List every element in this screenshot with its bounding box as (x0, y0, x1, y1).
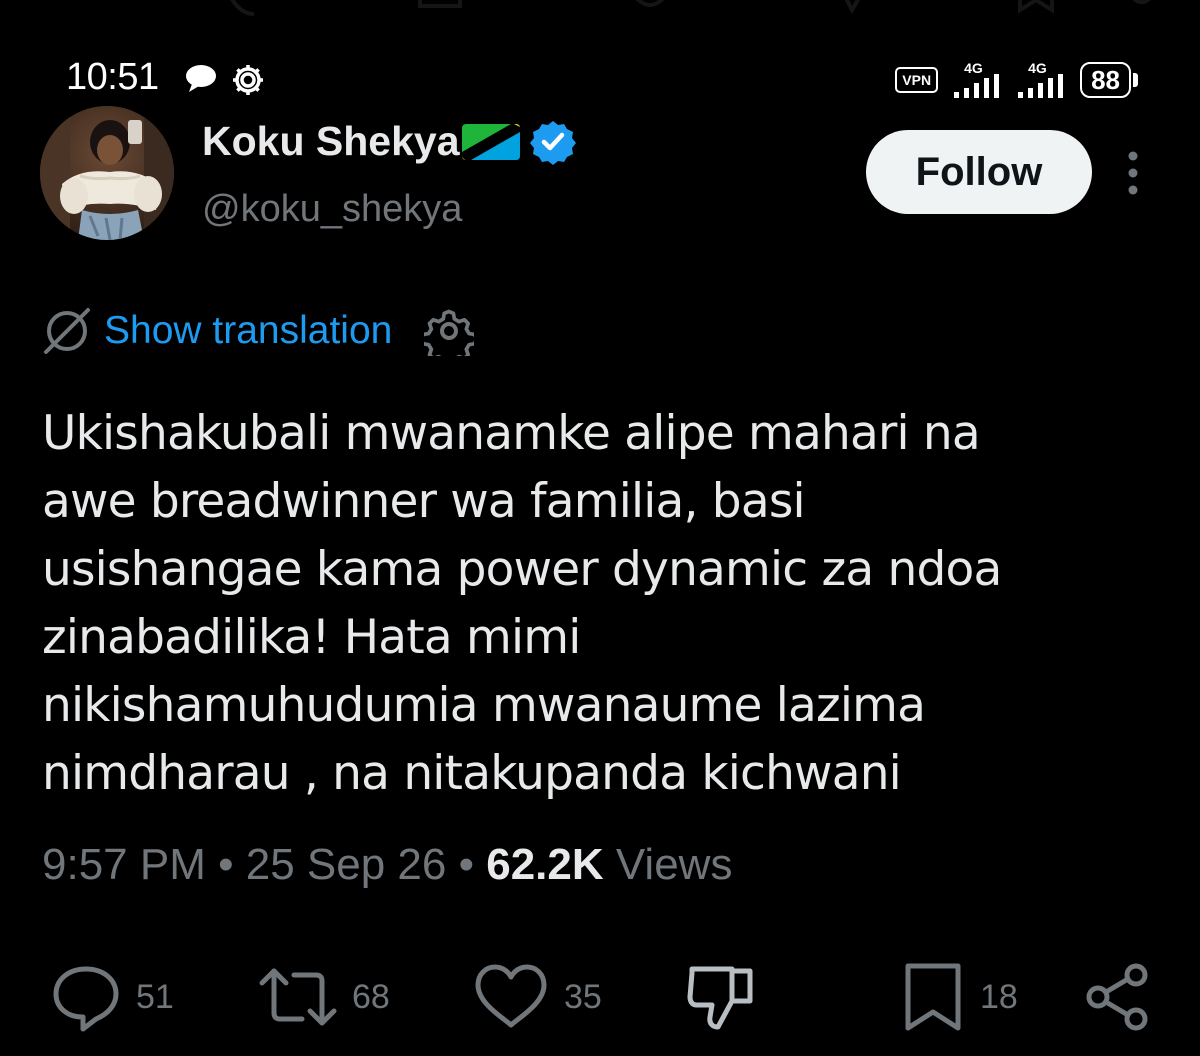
views-count: 62.2K (486, 840, 604, 889)
chat-bubble-icon (186, 65, 216, 92)
translate-icon (44, 308, 90, 354)
bookmark-icon (905, 963, 961, 1031)
bookmark-button[interactable]: 18 (900, 962, 1018, 1032)
battery-icon (1133, 73, 1138, 87)
translation-settings-gear-icon[interactable] (424, 306, 475, 356)
signal-icon (954, 74, 1000, 98)
tweet-meta: 9:57 PM • 25 Sep 26 • 62.2K Views (42, 840, 732, 890)
display-name[interactable]: Koku Shekya (202, 118, 460, 165)
reply-icon (53, 966, 119, 1032)
vpn-badge: VPN (895, 67, 939, 93)
more-options-icon[interactable] (1116, 148, 1150, 198)
repost-count: 68 (352, 977, 390, 1016)
show-translation-link[interactable]: Show translation (104, 309, 392, 353)
avatar[interactable] (40, 106, 174, 240)
profile-name-row[interactable]: Koku Shekya (202, 118, 576, 165)
network-signal-1: 4G (952, 60, 1002, 100)
previous-tweet-action-bar (230, 0, 1151, 16)
battery-level: 88 (1080, 62, 1131, 98)
repost-button[interactable]: 68 (258, 962, 390, 1032)
tweet-text: Ukishakubali mwanamke alipe mahari na aw… (42, 406, 1002, 801)
status-left-icons (184, 62, 266, 98)
bookmark-count: 18 (980, 977, 1018, 1016)
verified-badge-icon[interactable] (529, 119, 576, 165)
reply-button[interactable]: 51 (50, 962, 174, 1032)
dislike-button[interactable] (686, 962, 756, 1032)
meta-separator: • (446, 840, 487, 889)
meta-separator: • (205, 840, 246, 889)
status-bar: 10:51 VPN 4G 4G 88 (0, 54, 1200, 110)
signal-icon (1018, 74, 1064, 98)
share-button[interactable] (1082, 962, 1154, 1032)
like-count: 35 (564, 977, 602, 1016)
tanzania-flag-icon (461, 123, 520, 160)
follow-button[interactable]: Follow (866, 130, 1092, 214)
status-right-icons: VPN 4G 4G 88 (895, 60, 1138, 100)
tweet-time[interactable]: 9:57 PM (42, 840, 206, 889)
repost-icon (259, 968, 337, 1026)
share-icon (1086, 963, 1148, 1031)
action-bar: 51 68 35 18 (0, 962, 1200, 1042)
views-label: Views (615, 840, 733, 889)
thumbs-down-icon (687, 966, 753, 1030)
tweet-screen: 10:51 VPN 4G 4G 88 Koku Shekya @koku_she… (0, 0, 1200, 1056)
settings-gear-icon (233, 65, 263, 95)
like-button[interactable]: 35 (472, 962, 602, 1032)
network-signal-2: 4G (1016, 60, 1066, 100)
handle[interactable]: @koku_shekya (202, 188, 462, 231)
profile-photo (40, 106, 174, 240)
heart-icon (475, 964, 547, 1028)
battery-indicator: 88 (1080, 62, 1138, 98)
reply-count: 51 (136, 977, 174, 1016)
translation-row: Show translation (40, 306, 475, 356)
status-time: 10:51 (66, 56, 159, 98)
tweet-date[interactable]: 25 Sep 26 (246, 840, 447, 889)
